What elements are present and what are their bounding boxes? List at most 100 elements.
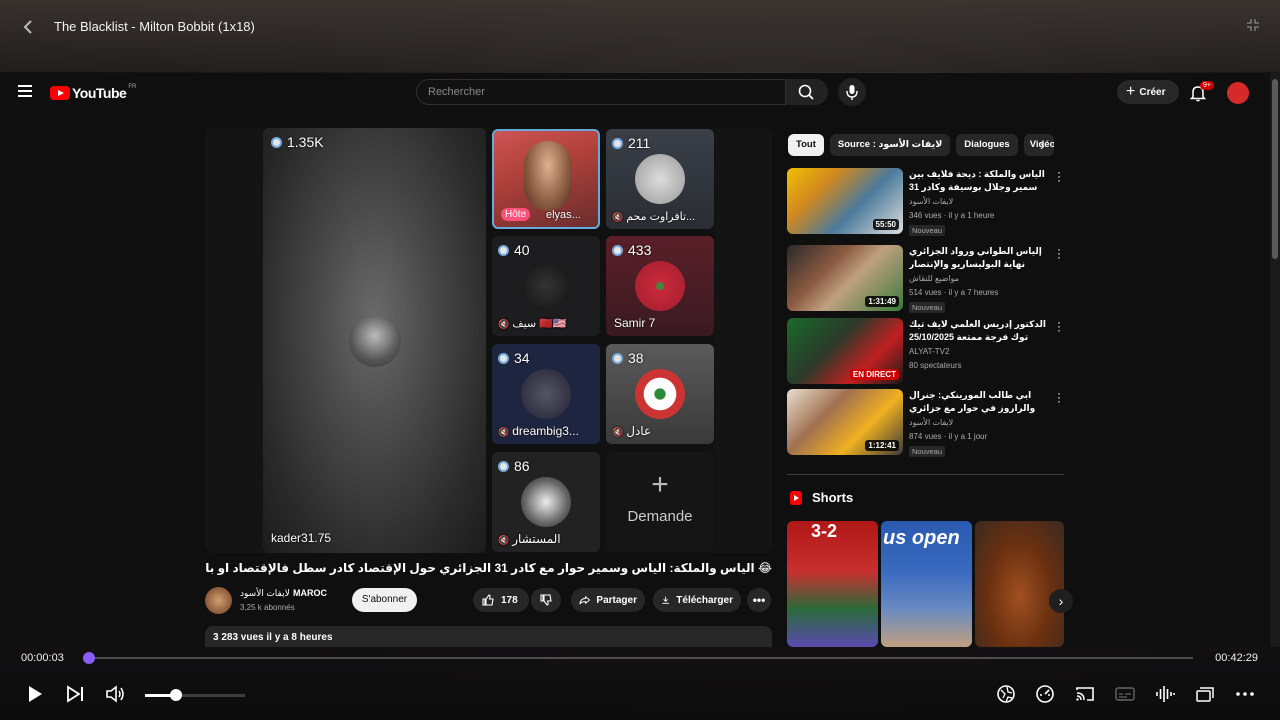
recommendation-item[interactable]: 55:50 الياس والملكة : ديحة فلايف بين سمي… <box>787 166 1067 236</box>
video-thumbnail[interactable]: 1:12:41 <box>787 389 903 455</box>
share-button[interactable]: Partager <box>571 588 645 612</box>
more-actions-button[interactable]: ••• <box>747 588 771 612</box>
download-button[interactable]: Télécharger <box>653 588 741 612</box>
main-video[interactable]: 1.35K kader31.75 Hôte elyas... 211 🔇 تافر… <box>205 128 772 553</box>
subtitles-icon[interactable] <box>1114 683 1136 705</box>
channel-name[interactable]: لايفات الأسود <box>240 588 290 599</box>
notifications-button[interactable]: 9+ <box>1188 81 1214 103</box>
page-scrollbar[interactable] <box>1270 73 1280 647</box>
viewer-count: 34 <box>498 350 530 366</box>
short-item[interactable] <box>975 521 1064 647</box>
viewer-count: 40 <box>498 242 530 258</box>
participant-avatar <box>521 477 571 527</box>
search-button[interactable] <box>786 79 828 105</box>
audio-language-icon[interactable] <box>995 683 1017 705</box>
main-participant-tile[interactable]: 1.35K kader31.75 <box>263 128 486 553</box>
dislike-button[interactable] <box>531 588 561 612</box>
more-vert-icon[interactable]: · · · <box>1057 166 1061 186</box>
channel-name[interactable]: لايفات الأسود <box>909 197 953 206</box>
short-item[interactable]: us open <box>881 521 972 647</box>
participant-tile[interactable]: 34 🔇 dreambig3... <box>492 344 600 444</box>
search-input[interactable] <box>417 80 785 104</box>
subscriber-count: 3,25 k abonnés <box>240 603 295 612</box>
more-vert-icon[interactable]: · · · <box>1057 387 1061 407</box>
microphone-icon <box>846 85 858 100</box>
channel-name[interactable]: لايفات الأسود <box>909 418 953 427</box>
request-tile[interactable]: + Demande <box>606 452 714 552</box>
volume-slider[interactable] <box>145 694 245 697</box>
viewer-icon <box>498 244 509 256</box>
participant-name: 🔇 عادل <box>612 424 652 438</box>
chip-dialogues[interactable]: Dialogues <box>956 134 1018 156</box>
video-thumbnail[interactable]: 1:31:49 <box>787 245 903 311</box>
viewer-icon <box>498 352 509 364</box>
skip-next-icon[interactable] <box>64 683 86 705</box>
speed-icon[interactable] <box>1034 683 1056 705</box>
like-button[interactable]: 178 <box>473 588 529 612</box>
video-thumbnail[interactable]: 55:50 <box>787 168 903 234</box>
video-thumbnail[interactable]: EN DIRECT <box>787 318 903 384</box>
channel-tag: MAROC <box>293 588 327 598</box>
volume-handle[interactable] <box>170 689 182 701</box>
account-avatar[interactable] <box>1227 82 1249 104</box>
chip-video[interactable]: Vidéo <box>1023 134 1054 156</box>
viewer-count: 433 <box>612 242 651 258</box>
create-button[interactable]: + Créer <box>1117 80 1179 104</box>
more-vert-icon[interactable]: · · · <box>1057 316 1061 336</box>
menu-icon[interactable] <box>18 85 32 97</box>
youtube-logo[interactable]: YouTube FR <box>50 84 136 101</box>
back-icon[interactable] <box>18 16 40 38</box>
video-title[interactable]: الياس والملكة : ديحة فلايف بين سمير وجلا… <box>909 168 1047 194</box>
episodes-icon[interactable] <box>1194 683 1216 705</box>
duration-badge: 1:31:49 <box>865 296 899 307</box>
participant-tile[interactable]: 38 🔇 عادل <box>606 344 714 444</box>
scrollbar-thumb[interactable] <box>1272 79 1278 259</box>
participant-tile[interactable]: 40 🔇 سيف 🇲🇦🇺🇸 <box>492 236 600 336</box>
recommendation-item[interactable]: 1:12:41 ابي طالب المورينكي: جنرال والرار… <box>787 387 1067 457</box>
short-item[interactable]: 3-2 <box>787 521 878 647</box>
recommendation-item[interactable]: 1:31:49 إلياس الطواني ورواد الجزائري نها… <box>787 243 1067 313</box>
player-title: The Blacklist - Milton Bobbit (1x18) <box>54 19 255 34</box>
video-title[interactable]: الدكتور إدريس العلمي لايف تيك توك فرجة م… <box>909 318 1047 344</box>
subscribe-button[interactable]: S'abonner <box>352 588 417 612</box>
audio-track-icon[interactable] <box>1154 683 1176 705</box>
progress-handle[interactable] <box>83 652 95 664</box>
chevron-right-icon[interactable]: › <box>1040 137 1045 153</box>
participant-avatar <box>521 261 571 311</box>
viewer-count: 86 <box>498 458 530 474</box>
minimize-icon[interactable] <box>1246 18 1262 34</box>
channel-avatar[interactable] <box>205 587 232 614</box>
channel-name[interactable]: ALYAT-TV2 <box>909 347 949 356</box>
recommendation-item[interactable]: EN DIRECT الدكتور إدريس العلمي لايف تيك … <box>787 316 1067 384</box>
participant-tile[interactable]: 433 Samir 7 <box>606 236 714 336</box>
more-options-icon[interactable] <box>1234 683 1256 705</box>
host-face <box>524 141 572 211</box>
chevron-right-icon[interactable]: › <box>1049 589 1073 613</box>
short-overlay-text: us open <box>883 527 960 549</box>
host-tile[interactable]: Hôte elyas... <box>492 129 600 229</box>
channel-name[interactable]: مواضيع للنقاش <box>909 274 959 283</box>
volume-icon[interactable] <box>104 683 126 705</box>
player-controls: 00:00:03 00:42:29 <box>0 647 1280 720</box>
video-title[interactable]: إلياس الطواني ورواد الجزائري نهاية البول… <box>909 245 1047 271</box>
participant-tile[interactable]: 86 🔇 المستشار <box>492 452 600 552</box>
video-title[interactable]: ابي طالب المورينكي: جنرال والراروز في حو… <box>909 389 1047 415</box>
participant-tile[interactable]: 211 🔇 تافراوت محم... <box>606 129 714 229</box>
new-badge: Nouveau <box>909 446 946 457</box>
youtube-header: YouTube FR + Créer 9+ <box>0 73 1270 113</box>
description-box[interactable]: 3 283 vues il y a 8 heures <box>205 626 772 647</box>
new-badge: Nouveau <box>909 302 946 313</box>
chip-all[interactable]: Tout <box>788 134 824 156</box>
chip-source[interactable]: Source : لايفات الأسود <box>829 134 951 156</box>
participant-name: 🔇 المستشار <box>498 532 561 546</box>
more-vert-icon[interactable]: · · · <box>1057 243 1061 263</box>
plus-icon: + <box>1126 83 1136 100</box>
voice-search-button[interactable] <box>838 78 866 106</box>
progress-bar[interactable] <box>88 657 1193 659</box>
play-icon[interactable] <box>24 683 46 705</box>
viewer-icon <box>498 460 509 472</box>
thumbs-down-icon <box>540 594 552 606</box>
share-label: Partager <box>596 594 637 606</box>
cast-icon[interactable] <box>1074 683 1096 705</box>
muted-icon: 🔇 <box>498 535 510 545</box>
